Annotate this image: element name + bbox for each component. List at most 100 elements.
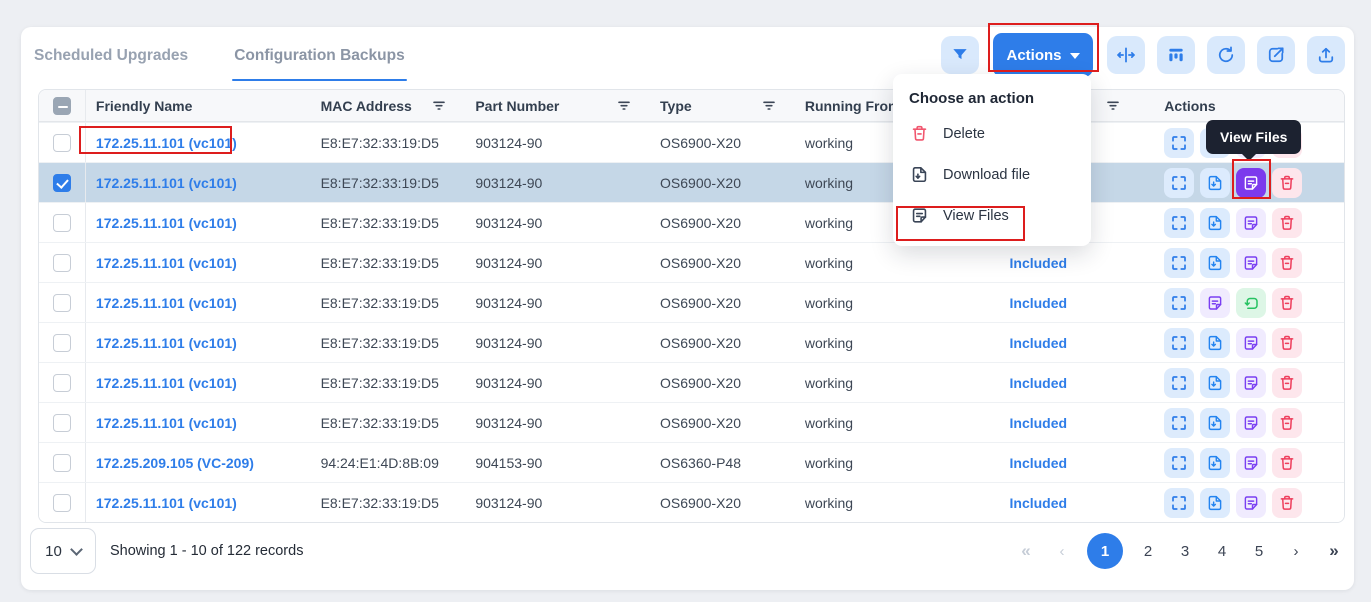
page-button-4[interactable]: 4 — [1210, 543, 1234, 560]
page-button-5[interactable]: 5 — [1247, 543, 1271, 560]
expand-icon-button[interactable] — [1164, 208, 1194, 238]
prev-page-button[interactable]: ‹ — [1050, 543, 1074, 560]
first-page-button[interactable]: « — [1013, 541, 1037, 561]
backup-status-cell-text[interactable]: Included — [1010, 415, 1068, 431]
filter-icon[interactable] — [1105, 98, 1121, 114]
friendly-name-link-text[interactable]: 172.25.11.101 (vc101) — [96, 375, 237, 391]
mac-address-cell: E8:E7:32:33:19:D5 — [311, 375, 466, 391]
page-button-2[interactable]: 2 — [1136, 543, 1160, 560]
menu-item-view-files[interactable]: View Files — [893, 195, 1091, 236]
row-checkbox[interactable] — [53, 254, 71, 272]
view-files-icon-button[interactable] — [1236, 408, 1266, 438]
view-files-icon-button[interactable] — [1236, 328, 1266, 358]
restore-icon-button[interactable] — [1236, 288, 1266, 318]
download-file-icon-button[interactable] — [1200, 248, 1230, 278]
page-size-select[interactable]: 10 — [30, 528, 96, 574]
view-files-icon-button[interactable] — [1236, 248, 1266, 278]
friendly-name-link: 172.25.11.101 (vc101) — [86, 135, 311, 151]
friendly-name-link-text[interactable]: 172.25.11.101 (vc101) — [96, 295, 237, 311]
delete-icon-button[interactable] — [1272, 368, 1302, 398]
part-number-cell-text: 903124-90 — [475, 175, 542, 191]
delete-icon-button[interactable] — [1272, 408, 1302, 438]
delete-icon-button[interactable] — [1272, 248, 1302, 278]
refresh-button[interactable] — [1207, 36, 1245, 74]
view-files-icon-button[interactable] — [1236, 488, 1266, 518]
delete-icon-button[interactable] — [1272, 168, 1302, 198]
open-external-button[interactable] — [1257, 36, 1295, 74]
row-checkbox[interactable] — [53, 294, 71, 312]
next-page-button[interactable]: › — [1284, 543, 1308, 560]
download-file-icon-button[interactable] — [1200, 448, 1230, 478]
expand-icon-button[interactable] — [1164, 168, 1194, 198]
menu-item-delete[interactable]: Delete — [893, 113, 1091, 154]
delete-icon-button[interactable] — [1272, 448, 1302, 478]
backup-status-cell-text[interactable]: Included — [1010, 255, 1068, 271]
row-checkbox[interactable] — [53, 334, 71, 352]
caret-down-icon — [1070, 53, 1080, 59]
tab-configuration-backups[interactable]: Configuration Backups — [232, 37, 407, 81]
filter-button[interactable] — [941, 36, 979, 74]
view-files-icon-button[interactable] — [1236, 208, 1266, 238]
expand-icon-button[interactable] — [1164, 248, 1194, 278]
column-header-label: Running From — [805, 98, 901, 114]
backup-status-cell-text[interactable]: Included — [1010, 295, 1068, 311]
page-button-3[interactable]: 3 — [1173, 543, 1197, 560]
view-files-icon-button[interactable] — [1200, 288, 1230, 318]
delete-icon-button[interactable] — [1272, 208, 1302, 238]
row-checkbox-cell — [39, 243, 86, 282]
download-file-icon-button[interactable] — [1200, 208, 1230, 238]
row-checkbox[interactable] — [53, 374, 71, 392]
friendly-name-link: 172.25.11.101 (vc101) — [86, 335, 311, 351]
expand-icon-button[interactable] — [1164, 368, 1194, 398]
tab-scheduled-upgrades[interactable]: Scheduled Upgrades — [32, 37, 190, 81]
friendly-name-link-text[interactable]: 172.25.11.101 (vc101) — [96, 335, 237, 351]
expand-icon-button[interactable] — [1164, 288, 1194, 318]
backup-status-cell-text[interactable]: Included — [1010, 375, 1068, 391]
page-button-1[interactable]: 1 — [1087, 533, 1123, 569]
download-file-icon-button[interactable] — [1200, 488, 1230, 518]
table-row: 172.25.11.101 (vc101)E8:E7:32:33:19:D590… — [39, 162, 1344, 202]
upload-button[interactable] — [1307, 36, 1345, 74]
column-resize-button[interactable] — [1107, 36, 1145, 74]
download-file-icon-button[interactable] — [1200, 408, 1230, 438]
delete-icon-button[interactable] — [1272, 328, 1302, 358]
mac-address-cell-text: E8:E7:32:33:19:D5 — [321, 335, 439, 351]
row-checkbox[interactable] — [53, 454, 71, 472]
view-files-icon-button[interactable] — [1236, 168, 1266, 198]
download-file-icon-button[interactable] — [1200, 328, 1230, 358]
expand-icon-button[interactable] — [1164, 328, 1194, 358]
friendly-name-link-text[interactable]: 172.25.11.101 (vc101) — [96, 415, 237, 431]
friendly-name-link-text[interactable]: 172.25.11.101 (vc101) — [96, 255, 237, 271]
row-checkbox[interactable] — [53, 214, 71, 232]
expand-icon-button[interactable] — [1164, 408, 1194, 438]
backup-status-cell-text[interactable]: Included — [1010, 335, 1068, 351]
friendly-name-link-text[interactable]: 172.25.11.101 (vc101) — [96, 175, 237, 191]
row-checkbox[interactable] — [53, 134, 71, 152]
friendly-name-link-text[interactable]: 172.25.11.101 (vc101) — [96, 135, 237, 151]
row-checkbox[interactable] — [53, 414, 71, 432]
delete-icon-button[interactable] — [1272, 288, 1302, 318]
view-files-icon-button[interactable] — [1236, 448, 1266, 478]
last-page-button[interactable]: » — [1321, 541, 1345, 561]
select-all-checkbox[interactable] — [53, 97, 71, 115]
backup-status-cell-text[interactable]: Included — [1010, 455, 1068, 471]
download-file-icon-button[interactable] — [1200, 368, 1230, 398]
download-file-icon-button[interactable] — [1200, 168, 1230, 198]
expand-icon-button[interactable] — [1164, 488, 1194, 518]
filter-icon[interactable] — [616, 98, 632, 114]
columns-button[interactable] — [1157, 36, 1195, 74]
backup-status-cell-text[interactable]: Included — [1010, 495, 1068, 511]
filter-icon[interactable] — [431, 98, 447, 114]
actions-button[interactable]: Actions — [993, 33, 1093, 77]
menu-item-download-file[interactable]: Download file — [893, 154, 1091, 195]
view-files-icon-button[interactable] — [1236, 368, 1266, 398]
friendly-name-link-text[interactable]: 172.25.11.101 (vc101) — [96, 495, 237, 511]
expand-icon-button[interactable] — [1164, 128, 1194, 158]
friendly-name-link-text[interactable]: 172.25.11.101 (vc101) — [96, 215, 237, 231]
expand-icon-button[interactable] — [1164, 448, 1194, 478]
delete-icon-button[interactable] — [1272, 488, 1302, 518]
filter-icon[interactable] — [761, 98, 777, 114]
friendly-name-link-text[interactable]: 172.25.209.105 (VC-209) — [96, 455, 254, 471]
row-checkbox[interactable] — [53, 174, 71, 192]
row-checkbox[interactable] — [53, 494, 71, 512]
